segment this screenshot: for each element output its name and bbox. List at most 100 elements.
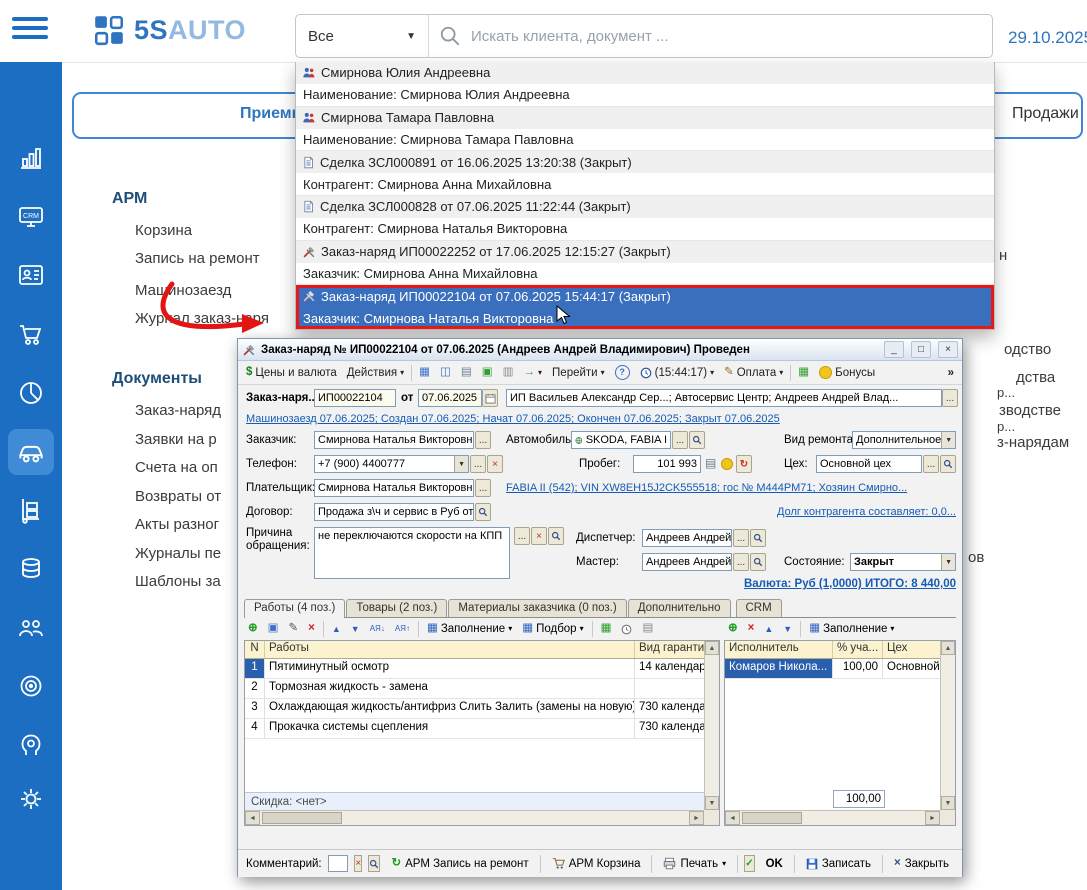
move-down-button[interactable]: ▼	[779, 623, 796, 636]
tab-crm[interactable]: CRM	[736, 599, 782, 617]
scroll-down-button[interactable]: ▼	[705, 796, 719, 810]
docs-item-3[interactable]: Возвраты от	[135, 488, 221, 505]
car-field[interactable]: SKODA, FABIA I	[571, 431, 671, 449]
sidebar-item-cart[interactable]	[8, 311, 54, 357]
sort-desc-button[interactable]: АЯ↑	[391, 623, 414, 635]
tab-works[interactable]: Работы (4 поз.)	[244, 599, 345, 618]
shop-open-button[interactable]	[940, 455, 956, 473]
doc-number-field[interactable]: ИП00022104	[314, 389, 396, 407]
scroll-left-button[interactable]: ◄	[725, 811, 740, 825]
sidebar-item-vehicles[interactable]	[8, 429, 54, 475]
debt-link[interactable]: Долг контрагента составляет: 0,0...	[708, 506, 956, 518]
column-header[interactable]: Вид гарантии	[635, 641, 704, 658]
move-up-button[interactable]: ▲	[760, 623, 777, 636]
delete-row-button[interactable]: ×	[744, 621, 759, 637]
post-icon-button[interactable]: ▣	[477, 364, 498, 382]
dispatcher-select-button[interactable]: ...	[733, 529, 749, 547]
menu-button[interactable]	[12, 12, 48, 44]
search-input[interactable]	[469, 27, 982, 46]
reason-open-button[interactable]	[548, 527, 564, 545]
table-row[interactable]: Комаров Никола... 100,00 Основной цех	[725, 659, 940, 679]
timeline-link[interactable]: Машинозаезд 07.06.2025; Создан 07.06.202…	[246, 413, 806, 425]
help-button[interactable]: ?	[610, 362, 635, 383]
time-button[interactable]: (15:44:17)▾	[635, 364, 719, 382]
sidebar-item-finance[interactable]	[8, 546, 54, 592]
search-result[interactable]: Заказ-наряд ИП00022252 от 17.06.2025 12:…	[296, 240, 994, 285]
arm-item-korzina[interactable]: Корзина	[135, 222, 192, 239]
scroll-left-button[interactable]: ◄	[245, 811, 260, 825]
add-lines-button[interactable]: ▦	[597, 621, 616, 637]
reason-clear-button[interactable]: ×	[531, 527, 547, 545]
scroll-down-button[interactable]: ▼	[941, 796, 955, 810]
column-header[interactable]: N	[245, 641, 265, 658]
edit-row-button[interactable]: ✎	[285, 621, 303, 637]
dispatcher-field[interactable]: Андреев Андрей Вл	[642, 529, 732, 547]
column-header[interactable]: % уча...	[833, 641, 883, 658]
scroll-right-button[interactable]: ►	[689, 811, 704, 825]
phone-field[interactable]: +7 (900) 4400777▼	[314, 455, 469, 473]
bonuses-button[interactable]: Бонусы	[814, 363, 880, 382]
comment-field[interactable]	[328, 855, 348, 872]
dispatcher-open-button[interactable]	[750, 529, 766, 547]
docs-item-4[interactable]: Акты разног	[135, 516, 219, 533]
docs-item-6[interactable]: Шаблоны за	[135, 573, 221, 590]
column-header[interactable]: Работы	[265, 641, 635, 658]
vertical-scrollbar[interactable]: ▲ ▼	[940, 641, 955, 810]
tab-prodazhi[interactable]: Продажи	[1012, 105, 1079, 123]
state-combo[interactable]: Закрыт▼	[850, 553, 956, 571]
car-open-button[interactable]	[689, 431, 705, 449]
contract-field[interactable]: Продажа з\ч и сервис в Руб от 27.05.2...	[314, 503, 474, 521]
search-result[interactable]: Сделка ЗСЛ000828 от 07.06.2025 11:22:44 …	[296, 195, 994, 240]
scroll-up-button[interactable]: ▲	[705, 641, 719, 655]
goto-button[interactable]: Перейти▾	[547, 364, 610, 382]
customer-select-button[interactable]: ...	[475, 431, 491, 449]
arm-repair-button[interactable]: ↻АРМ Запись на ремонт	[386, 855, 533, 873]
table-row[interactable]: 1 Пятиминутный осмотр 14 календарных д..…	[245, 659, 704, 679]
table-row[interactable]: 4 Прокачка системы сцепления 730 календа…	[245, 719, 704, 739]
sidebar-item-trolley[interactable]	[8, 487, 54, 533]
mileage-field[interactable]: 101 993	[633, 455, 701, 473]
layout-button[interactable]: ▤	[638, 621, 657, 637]
close-window-button[interactable]: ×Закрыть	[889, 855, 954, 873]
search-result[interactable]: Смирнова Юлия Андреевна Наименование: См…	[296, 62, 994, 106]
car-details-link[interactable]: FABIA II (542); VIN XW8EH15J2CK555518; г…	[506, 482, 956, 494]
table-icon-button[interactable]: ▦	[793, 364, 814, 382]
scroll-up-button[interactable]: ▲	[941, 641, 955, 655]
sidebar-item-team[interactable]	[8, 605, 54, 651]
scrollbar-thumb[interactable]	[262, 812, 342, 824]
payer-select-button[interactable]: ...	[475, 479, 491, 497]
search-result[interactable]: Сделка ЗСЛ000891 от 16.06.2025 13:20:38 …	[296, 150, 994, 195]
move-down-button[interactable]: ▼	[347, 623, 364, 636]
contract-open-button[interactable]	[475, 503, 491, 521]
maximize-button[interactable]: □	[911, 341, 931, 358]
table-row[interactable]: 2 Тормозная жидкость - замена	[245, 679, 704, 699]
structure-icon-button[interactable]: ◫	[435, 364, 456, 382]
pick-button[interactable]: ▦Подбор▾	[518, 621, 587, 637]
master-open-button[interactable]	[750, 553, 766, 571]
doc-date-field[interactable]: 07.06.2025	[418, 389, 482, 407]
arm-item-mashinozaezd[interactable]: Машинозаезд	[135, 282, 231, 299]
ok-button[interactable]: OK	[761, 855, 788, 873]
column-header[interactable]: Исполнитель	[725, 641, 833, 658]
arm-item-zapis[interactable]: Запись на ремонт	[135, 250, 260, 267]
timer-button[interactable]	[617, 622, 636, 637]
currency-total-link[interactable]: Валюта: Руб (1,0000) ИТОГО: 8 440,00	[668, 578, 956, 590]
copy-row-button[interactable]: ▣	[264, 621, 283, 637]
vertical-scrollbar[interactable]: ▲ ▼	[704, 641, 719, 810]
sidebar-item-assistant[interactable]	[8, 722, 54, 768]
search-scope-select[interactable]: Все ▼	[295, 14, 429, 58]
shop-field[interactable]: Основной цех	[816, 455, 922, 473]
sidebar-item-targets[interactable]	[8, 663, 54, 709]
add-row-button[interactable]: ⊕	[244, 621, 262, 637]
tab-goods[interactable]: Товары (2 поз.)	[346, 599, 447, 617]
actions-button[interactable]: Действия▾	[342, 364, 409, 382]
horizontal-scrollbar[interactable]: ◄ ►	[725, 810, 940, 825]
ok-check-button[interactable]: ✓	[744, 855, 754, 872]
master-field[interactable]: Андреев Андрей Вл	[642, 553, 732, 571]
master-select-button[interactable]: ...	[733, 553, 749, 571]
customer-field[interactable]: Смирнова Наталья Викторовна	[314, 431, 474, 449]
print-button[interactable]: Печать▾	[658, 854, 731, 873]
sidebar-item-settings[interactable]	[8, 776, 54, 822]
calendar-button[interactable]	[482, 389, 498, 407]
sort-asc-button[interactable]: АЯ↓	[366, 623, 389, 635]
